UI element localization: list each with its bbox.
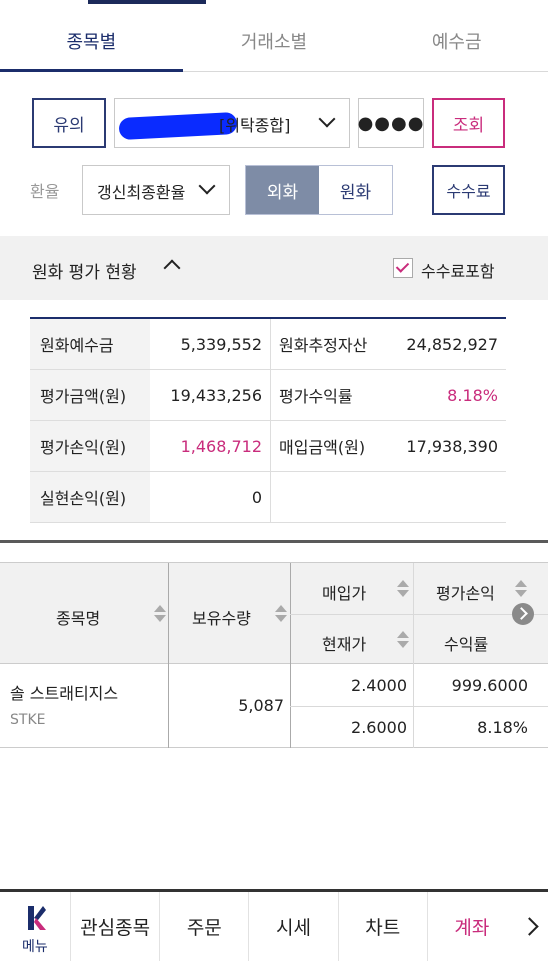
account-type-label: [위탁종합]: [219, 116, 291, 135]
summary-key: 평가수익률: [270, 370, 386, 420]
summary-value: 19,433,256: [170, 385, 262, 405]
include-fee-label: 수수료포함: [421, 262, 495, 281]
bottom-nav: 메뉴 관심종목 주문 시세 차트 계좌: [0, 889, 548, 961]
summary-key: 평가손익(원): [30, 421, 150, 471]
fee-button[interactable]: 수수료: [432, 165, 505, 215]
summary-row: 평가손익(원) 1,468,712 매입금액(원) 17,938,390: [30, 421, 506, 472]
column-divider: [168, 664, 169, 748]
column-divider: [168, 563, 169, 665]
column-divider: [413, 664, 414, 748]
chevron-down-icon: [198, 177, 216, 195]
section-divider: [0, 540, 548, 543]
currency-foreign-button[interactable]: 외화: [246, 166, 319, 214]
k-logo-icon: [28, 906, 46, 930]
tab-by-exchange[interactable]: 거래소별: [183, 10, 366, 71]
nav-chart[interactable]: 차트: [337, 892, 427, 961]
nav-account[interactable]: 계좌: [426, 892, 516, 961]
menu-label: 메뉴: [22, 939, 48, 955]
eval-pl-value: 999.6000: [451, 676, 528, 695]
exchange-rate-select[interactable]: 갱신최종환율: [82, 165, 230, 215]
stock-name: 솔 스트래티지스: [10, 684, 119, 703]
currency-won-button[interactable]: 원화: [319, 166, 392, 214]
col-current-price-header[interactable]: 현재가: [322, 631, 366, 655]
summary-value: 17,938,390: [406, 436, 498, 456]
summary-row: 평가금액(원) 19,433,256 평가수익률 8.18%: [30, 370, 506, 421]
account-select[interactable]: [위탁종합]: [114, 98, 350, 148]
stock-ticker: STKE: [10, 712, 46, 728]
holding-quantity: 5,087: [238, 696, 284, 715]
summary-value: [386, 472, 506, 522]
tab-by-stock[interactable]: 종목별: [0, 10, 183, 72]
nav-next-button[interactable]: [516, 892, 548, 961]
currency-toggle: 외화 원화: [245, 165, 393, 215]
summary-value: 5,339,552: [180, 334, 262, 354]
column-divider: [413, 563, 414, 665]
caution-button[interactable]: 유의: [32, 98, 106, 148]
summary-value: 1,468,712: [180, 436, 262, 456]
col-name-header[interactable]: 종목명: [56, 605, 100, 629]
buy-price: 2.4000: [351, 676, 407, 695]
summary-key: 원화추정자산: [270, 319, 386, 369]
fx-label: 환율: [30, 182, 60, 201]
holdings-table: 종목명 보유수량 매입가 현재가 평가손익 수익률 솔 스트래티지스 STKE …: [0, 562, 548, 748]
chevron-up-icon[interactable]: [163, 259, 181, 277]
summary-value: 24,852,927: [406, 334, 498, 354]
section-title: 원화 평가 현황: [32, 263, 137, 283]
col-quantity-header[interactable]: 보유수량: [192, 605, 251, 629]
query-button[interactable]: 조회: [432, 98, 505, 148]
tab-deposit[interactable]: 예수금: [365, 10, 548, 71]
include-fee-checkbox[interactable]: [393, 258, 413, 278]
summary-table: 원화예수금 5,339,552 원화추정자산 24,852,927 평가금액(원…: [30, 317, 506, 523]
summary-value: 8.18%: [447, 385, 498, 405]
password-input[interactable]: ●●●●: [358, 98, 424, 148]
table-row[interactable]: 솔 스트래티지스 STKE 5,087 2.4000 2.6000 999.60…: [0, 664, 548, 748]
summary-key: 원화예수금: [30, 319, 150, 369]
row-divider: [290, 706, 548, 707]
summary-key: 실현손익(원): [30, 472, 150, 522]
chevron-down-icon: [318, 110, 336, 128]
nav-watchlist[interactable]: 관심종목: [70, 892, 159, 961]
checkmark-icon: [395, 259, 410, 273]
summary-row: 원화예수금 5,339,552 원화추정자산 24,852,927: [30, 319, 506, 370]
top-accent-bar: [88, 0, 206, 4]
menu-button[interactable]: 메뉴: [0, 892, 70, 961]
rate-option-label: 갱신최종환율: [97, 183, 186, 202]
return-rate-value: 8.18%: [477, 718, 528, 737]
col-buy-price-header[interactable]: 매입가: [322, 580, 366, 604]
summary-row: 실현손익(원) 0: [30, 472, 506, 523]
nav-quotes[interactable]: 시세: [248, 892, 337, 961]
summary-key: [270, 472, 386, 522]
col-eval-pl-header[interactable]: 평가손익: [436, 580, 495, 604]
chevron-right-icon: [519, 917, 539, 936]
summary-value: 0: [251, 487, 262, 507]
col-return-header[interactable]: 수익률: [444, 631, 488, 655]
nav-order[interactable]: 주문: [159, 892, 248, 961]
tab-bar: 종목별 거래소별 예수금: [0, 10, 548, 72]
summary-key: 매입금액(원): [270, 421, 386, 471]
scroll-right-icon[interactable]: [512, 603, 534, 625]
holdings-header: 종목명 보유수량 매입가 현재가 평가손익 수익률: [0, 562, 548, 665]
summary-key: 평가금액(원): [30, 370, 150, 420]
current-price: 2.6000: [351, 718, 407, 737]
row-divider: [290, 614, 548, 615]
